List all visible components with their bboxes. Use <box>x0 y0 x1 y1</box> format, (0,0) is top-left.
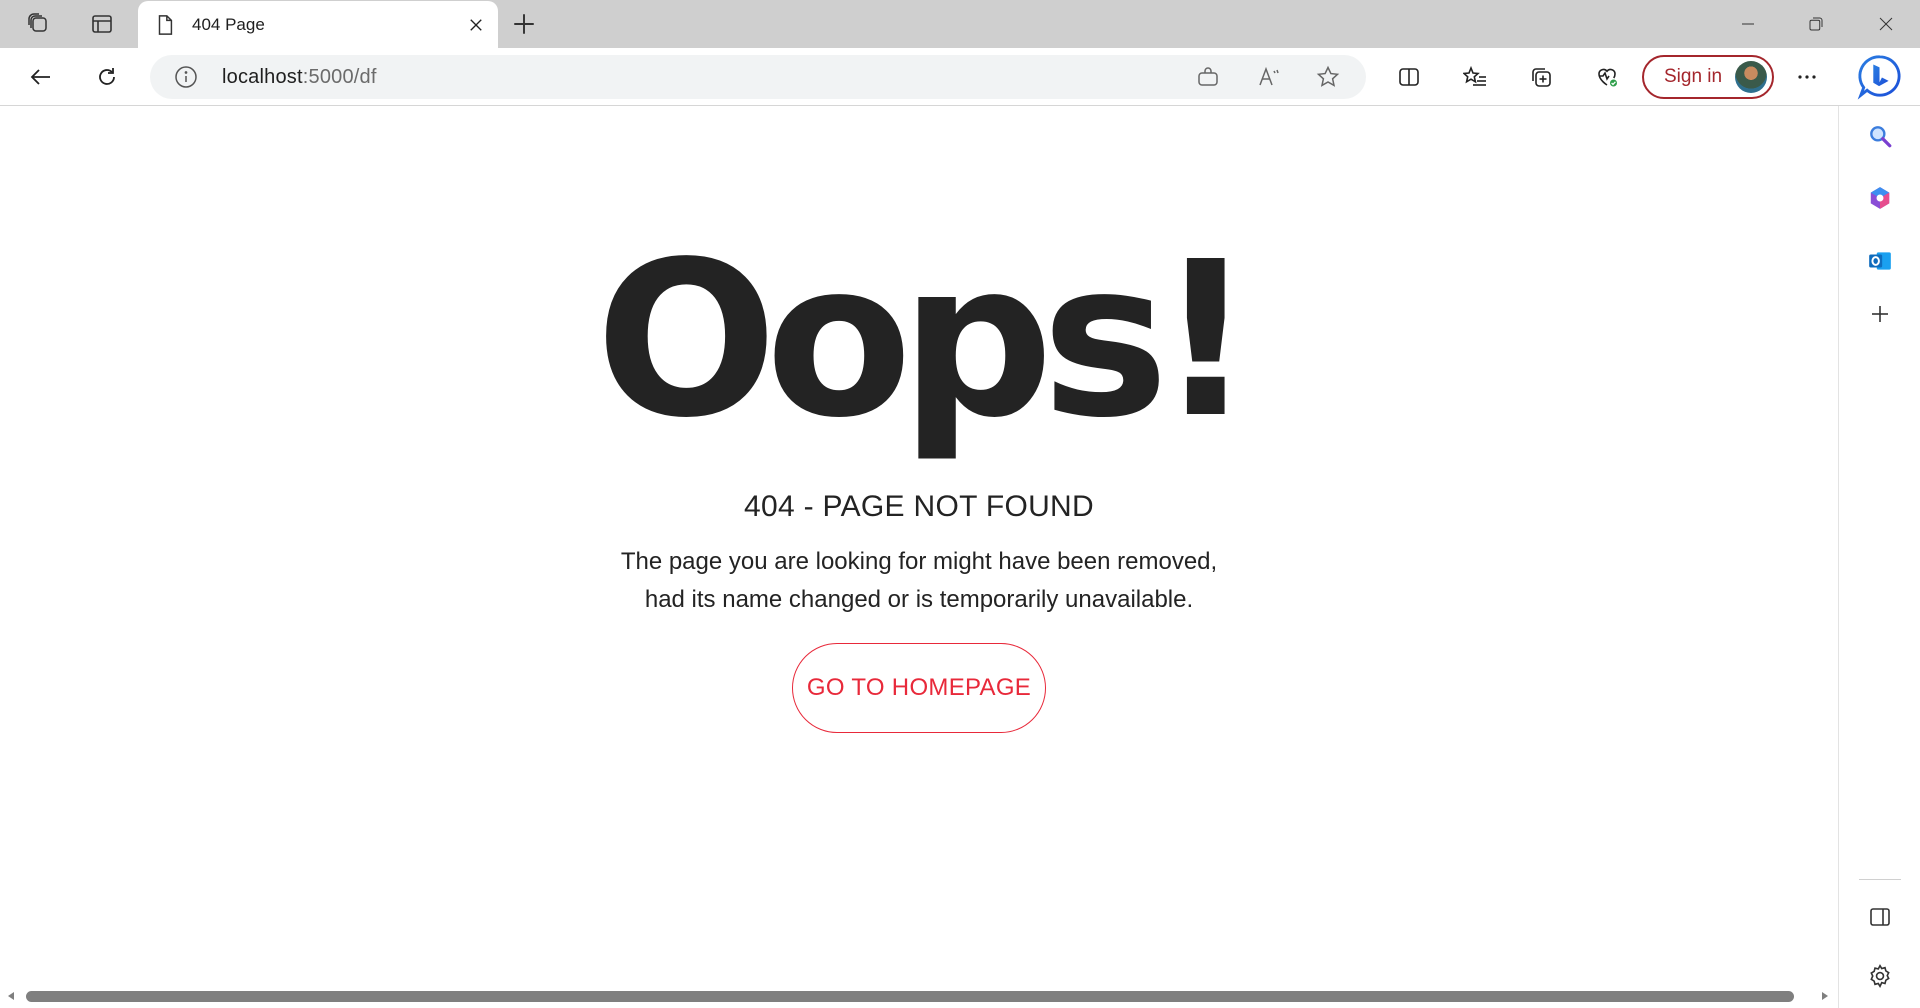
scroll-left-icon[interactable] <box>4 989 18 1003</box>
active-tab[interactable]: 404 Page <box>138 1 498 48</box>
sign-in-button[interactable]: Sign in <box>1642 55 1774 99</box>
minimize-button[interactable] <box>1714 0 1782 48</box>
close-tab-icon[interactable] <box>460 9 492 41</box>
read-aloud-icon[interactable] <box>1254 64 1284 90</box>
refresh-icon[interactable] <box>86 57 128 97</box>
tab-actions-icon[interactable] <box>82 6 122 42</box>
browser-toolbar: localhost:5000/df Sign in <box>0 48 1920 106</box>
scrollbar-thumb[interactable] <box>26 991 1794 1002</box>
favorites-list-icon[interactable] <box>1454 57 1496 97</box>
split-screen-icon[interactable] <box>1388 57 1430 97</box>
avatar <box>1735 61 1767 93</box>
url-host: localhost <box>222 66 303 88</box>
close-window-button[interactable] <box>1852 0 1920 48</box>
tab-strip: 404 Page <box>0 0 1920 48</box>
browser-window: 404 Page localhost:5000/df Sign in Oops!… <box>0 0 1920 1008</box>
plus-icon[interactable] <box>1859 293 1901 335</box>
error-subtitle: 404 - PAGE NOT FOUND <box>744 490 1094 523</box>
description-line-1: The page you are looking for might have … <box>620 548 1218 575</box>
copilot-icon[interactable] <box>1856 52 1904 102</box>
collections-icon[interactable] <box>1520 57 1562 97</box>
shopping-bag-icon[interactable] <box>1193 64 1223 90</box>
go-to-homepage-button[interactable]: GO TO HOMEPAGE <box>792 643 1046 733</box>
scroll-right-icon[interactable] <box>1818 989 1832 1003</box>
info-icon[interactable] <box>174 65 198 89</box>
sign-in-label: Sign in <box>1664 66 1723 87</box>
restore-button[interactable] <box>1782 0 1850 48</box>
heart-pulse-icon[interactable] <box>1586 57 1628 97</box>
page-icon <box>154 14 176 36</box>
error-description: The page you are looking for might have … <box>0 543 1838 619</box>
workspaces-icon[interactable] <box>18 6 58 42</box>
office-icon[interactable] <box>1859 177 1901 219</box>
new-tab-button[interactable] <box>504 6 544 42</box>
horizontal-scrollbar[interactable] <box>0 984 1838 1008</box>
tab-title: 404 Page <box>192 14 265 34</box>
url-path: :5000/df <box>302 66 377 88</box>
more-icon[interactable] <box>1786 57 1828 97</box>
edge-sidebar <box>1838 106 1920 1008</box>
page-viewport: Oops! 404 - PAGE NOT FOUND The page you … <box>0 106 1838 984</box>
outlook-icon[interactable] <box>1859 240 1901 282</box>
sidebar-toggle-icon[interactable] <box>1859 896 1901 938</box>
star-icon[interactable] <box>1313 64 1343 90</box>
page-heading: Oops! <box>595 216 1254 465</box>
back-arrow-icon[interactable] <box>20 57 62 97</box>
address-bar[interactable]: localhost:5000/df <box>150 55 1366 99</box>
url-text[interactable]: localhost:5000/df <box>222 66 377 89</box>
description-line-2: had its name changed or is temporarily u… <box>644 586 1194 613</box>
sidebar-divider <box>1859 879 1901 880</box>
search-icon[interactable] <box>1859 115 1901 157</box>
settings-icon[interactable] <box>1859 955 1901 997</box>
